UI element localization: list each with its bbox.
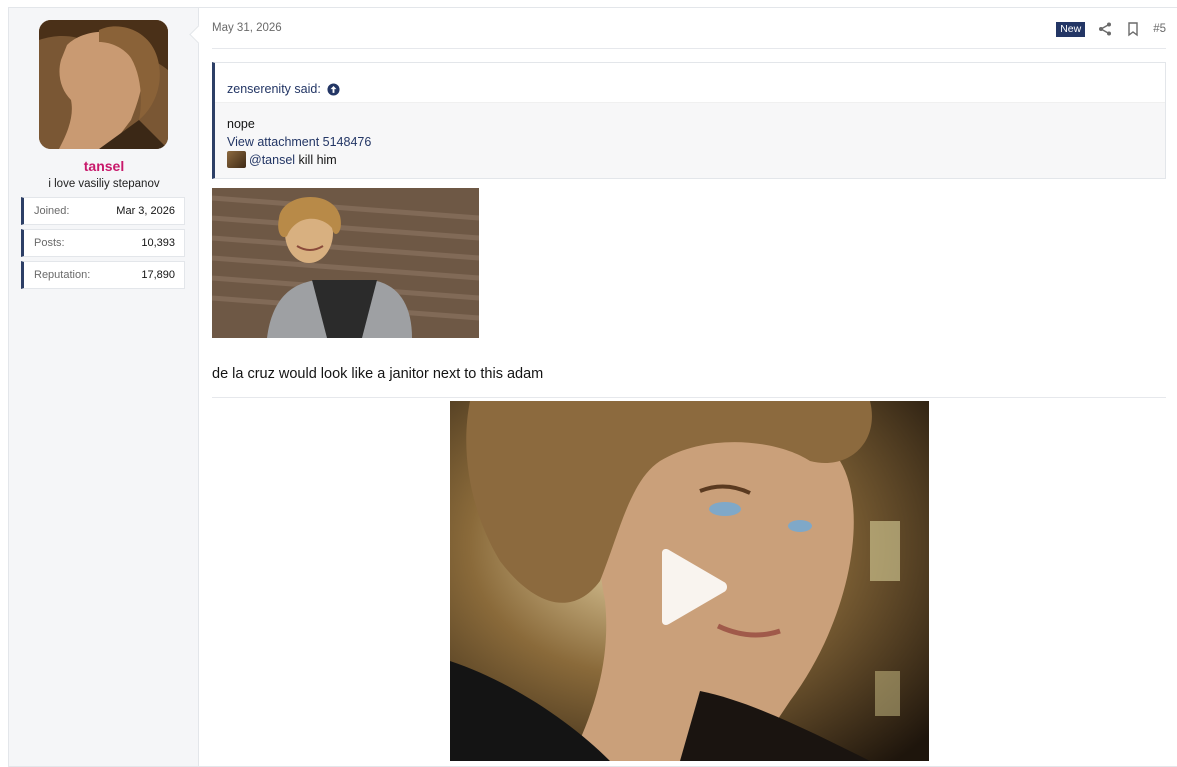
share-icon[interactable] [1097,21,1113,37]
post-date[interactable]: May 31, 2026 [212,22,282,34]
stat-joined: Joined: Mar 3, 2026 [21,197,185,225]
stat-posts: Posts: 10,393 [21,229,185,257]
content-divider [212,397,1166,398]
play-icon[interactable] [658,549,728,625]
video-player[interactable] [450,401,929,761]
username[interactable]: tansel [9,158,199,174]
stat-reputation: Reputation: 17,890 [21,261,185,289]
post-image[interactable] [212,188,479,338]
user-info-column: tansel i love vasiliy stepanov Joined: M… [9,8,199,766]
quote-author[interactable]: zenserenity said: [227,82,321,96]
quote-block: zenserenity said: nope View attachment 5… [212,62,1166,179]
post-actions: New #5 [1056,20,1166,38]
post-body-text: de la cruz would look like a janitor nex… [212,366,544,382]
post-number-link[interactable]: #5 [1153,23,1166,35]
bookmark-icon[interactable] [1125,21,1141,37]
new-badge: New [1056,21,1086,37]
stat-label: Posts: [34,237,65,249]
stat-value: Mar 3, 2026 [116,205,175,217]
arrow-up-circle-icon[interactable] [327,82,340,96]
quote-mention-line: @tansel kill him [227,151,1165,169]
stat-label: Reputation: [34,269,91,281]
mention-rest: kill him [295,153,337,167]
avatar[interactable] [39,20,168,149]
attachment-link[interactable]: View attachment 5148476 [227,133,1165,151]
header-divider [212,48,1166,49]
quote-body: nope View attachment 5148476 @tansel kil… [215,103,1165,169]
post-main: May 31, 2026 New #5 zenserenity said: no… [212,8,1166,766]
post-container: tansel i love vasiliy stepanov Joined: M… [8,7,1177,767]
user-title: i love vasiliy stepanov [48,178,160,190]
stat-label: Joined: [34,205,70,217]
quote-header: zenserenity said: [215,63,1165,103]
mention-avatar [227,151,246,168]
mention-link[interactable]: @tansel [249,153,295,167]
stat-value[interactable]: 10,393 [141,237,175,249]
stat-value: 17,890 [141,269,175,281]
quote-text: nope [227,117,255,131]
